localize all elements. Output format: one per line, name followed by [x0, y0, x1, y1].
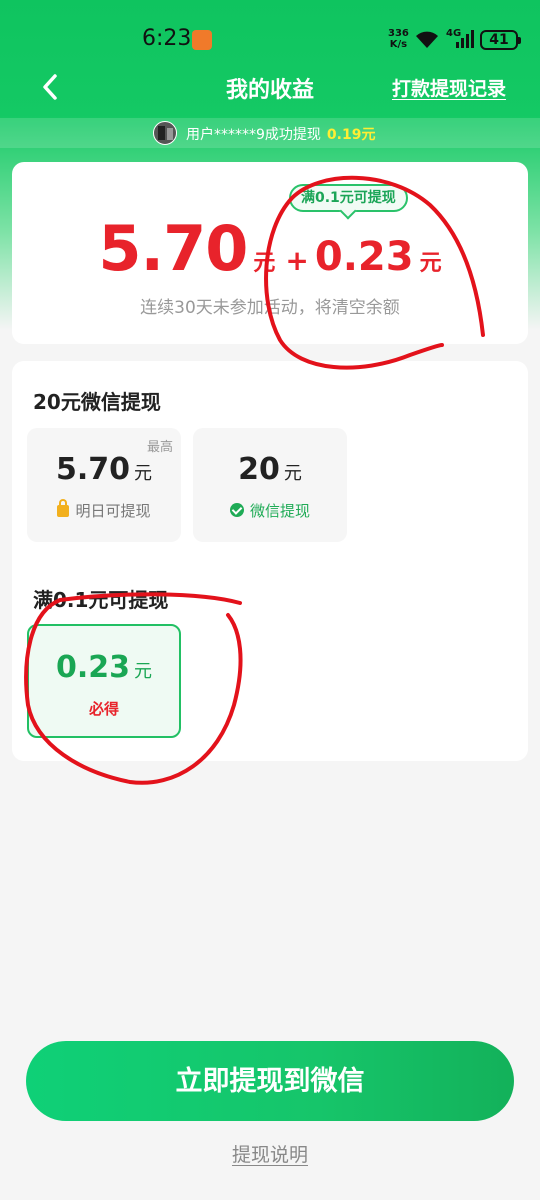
option-status: 明日可提现: [27, 499, 181, 521]
ticker-amount: 0.19元: [326, 127, 376, 143]
balance-plus: +: [285, 244, 309, 277]
balance-extra-unit: 元: [419, 251, 442, 276]
option-status-text: 微信提现: [249, 502, 310, 520]
option-amount-unit: 元: [134, 463, 153, 484]
withdraw-explain-link[interactable]: 提现说明: [0, 1140, 540, 1167]
balance-extra-amount: 0.23: [314, 234, 414, 280]
wechat-check-icon: [229, 503, 244, 517]
option-amount-value: 20: [238, 452, 280, 487]
withdraw-option-min-selected[interactable]: 0.23 元 必得: [27, 624, 181, 738]
signal-icon: [456, 30, 474, 48]
option-amount-value: 0.23: [55, 650, 131, 685]
withdraw-option-20[interactable]: 20 元 微信提现: [193, 428, 347, 542]
nav-bar: 我的收益 打款提现记录: [0, 62, 540, 112]
withdraw-ticker: 用户******9成功提现 0.19元: [186, 124, 375, 144]
app-notification-icon: [192, 30, 212, 50]
option-amount: 5.70 元: [27, 452, 181, 487]
status-time: 6:23: [142, 26, 192, 51]
network-speed-unit: K/s: [389, 39, 408, 50]
option-status-text: 明日可提现: [75, 502, 151, 520]
lock-icon: [57, 499, 70, 517]
withdraw-to-wechat-button[interactable]: 立即提现到微信: [26, 1041, 514, 1121]
avatar: [153, 121, 177, 145]
option-amount-unit: 元: [283, 463, 302, 484]
network-speed-value: 336: [388, 28, 409, 39]
withdraw-option-max[interactable]: 最高 5.70 元 明日可提现: [27, 428, 181, 542]
status-bar: 6:23 336 K/s 4G 41: [0, 0, 540, 62]
battery-icon: 41: [480, 30, 521, 50]
option-amount: 20 元: [193, 452, 347, 487]
balance-main-unit: 元: [253, 251, 276, 276]
option-amount-unit: 元: [134, 661, 153, 682]
guaranteed-label: 必得: [88, 700, 119, 718]
option-status: 微信提现: [193, 500, 347, 521]
wechat-withdraw-title: 20元微信提现: [33, 390, 161, 414]
earnings-page: 6:23 336 K/s 4G 41 我的收益 打款提现记录 用户******9…: [0, 0, 540, 1200]
balance-expiry-note: 连续30天未参加活动，将清空余额: [140, 298, 400, 318]
balance-main-amount: 5.70: [98, 212, 248, 285]
wifi-icon: [416, 31, 438, 48]
ticker-message: 用户******9成功提现: [186, 127, 321, 143]
balance-amount: 5.70 元 +0.23 元: [0, 212, 540, 285]
min-withdraw-title: 满0.1元可提现: [33, 588, 169, 612]
min-withdraw-tip: 满0.1元可提现: [289, 184, 408, 212]
option-amount: 0.23 元: [29, 650, 179, 685]
network-speed: 336 K/s: [388, 28, 409, 50]
withdraw-record-link[interactable]: 打款提现记录: [392, 74, 506, 101]
option-amount-value: 5.70: [55, 452, 131, 487]
